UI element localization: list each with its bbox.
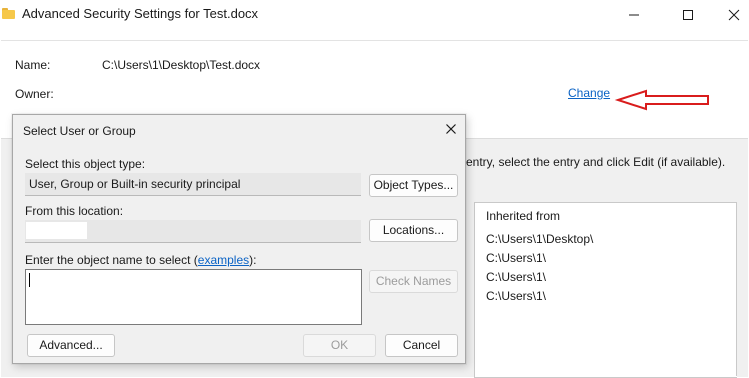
instruction-text: entry, select the entry and click Edit (… [466,155,726,169]
window-title: Advanced Security Settings for Test.docx [22,6,259,21]
dialog-close-button[interactable] [441,119,461,139]
object-types-button[interactable]: Object Types... [369,174,458,197]
change-owner-link[interactable]: Change [568,86,610,100]
close-window-button[interactable] [711,0,749,30]
ok-button[interactable]: OK [303,334,376,357]
object-type-value: User, Group or Built-in security princip… [29,177,241,191]
minimize-button[interactable] [611,0,657,30]
name-value: C:\Users\1\Desktop\Test.docx [102,58,261,72]
list-item[interactable]: C:\Users\1\Desktop\ [486,232,593,246]
red-arrow-annotation-icon [614,89,709,111]
check-names-button[interactable]: Check Names [369,270,458,293]
close-icon [728,9,740,21]
location-label: From this location: [25,204,124,218]
list-item[interactable]: C:\Users\1\ [486,270,546,284]
examples-link[interactable]: examples [198,253,249,267]
list-item[interactable]: C:\Users\1\ [486,289,546,303]
owner-label: Owner: [15,87,54,101]
maximize-button[interactable] [665,0,711,30]
select-user-or-group-dialog: Select User or Group Select this object … [12,114,466,364]
maximize-icon [683,10,693,20]
locations-button[interactable]: Locations... [369,219,458,242]
advanced-button[interactable]: Advanced... [27,334,115,357]
close-icon [446,124,456,134]
title-bar[interactable]: Advanced Security Settings for Test.docx [0,0,749,30]
list-item[interactable]: C:\Users\1\ [486,251,546,265]
name-label: Name: [15,58,51,72]
object-name-input[interactable] [25,269,362,325]
location-value-redaction [26,222,87,239]
minimize-icon [629,14,639,16]
folder-icon [2,8,15,19]
cancel-button[interactable]: Cancel [385,334,458,357]
object-name-label: Enter the object name to select (example… [25,253,257,267]
text-caret [29,273,30,287]
object-type-field: User, Group or Built-in security princip… [25,173,361,196]
inherited-from-header[interactable]: Inherited from [486,209,560,223]
dialog-title: Select User or Group [23,124,136,138]
object-type-label: Select this object type: [25,157,146,171]
